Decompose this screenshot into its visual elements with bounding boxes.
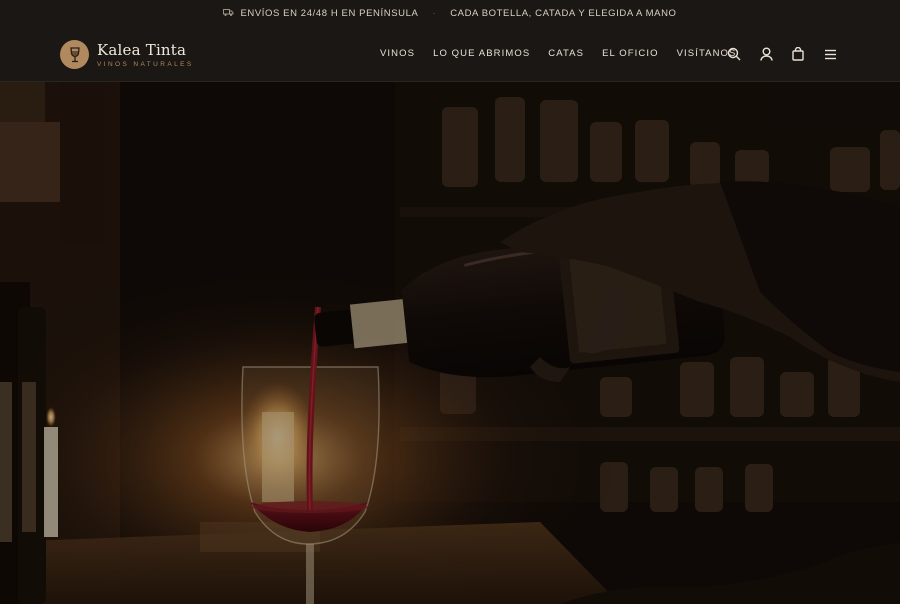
wine-pouring-photo [0,82,900,604]
brand-tagline: VINOS NATURALES [97,60,194,68]
curation-text: CADA BOTELLA, CATADA Y ELEGIDA A MANO [450,8,677,19]
shipping-notice: ENVÍOS EN 24/48 H EN PENÍNSULA [223,8,418,19]
menu-icon[interactable] [821,45,839,63]
announcement-bar: ENVÍOS EN 24/48 H EN PENÍNSULA · CADA BO… [0,0,900,27]
site-header: Kalea Tinta VINOS NATURALES VINOS LO QUE… [0,27,900,82]
nav-item-lo-que-abrimos[interactable]: LO QUE ABRIMOS [433,47,530,61]
truck-icon [223,9,234,16]
nav-item-catas[interactable]: CATAS [548,47,584,61]
brand-name: Kalea Tinta [97,40,187,59]
search-icon[interactable] [725,45,743,63]
account-icon[interactable] [757,45,775,63]
shipping-text: ENVÍOS EN 24/48 H EN PENÍNSULA [240,8,419,19]
hero-image [0,82,900,604]
header-actions [725,45,839,63]
wine-glass-icon [60,40,89,69]
announcement-separator: · [432,8,437,19]
brand-logo[interactable]: Kalea Tinta VINOS NATURALES [60,40,194,69]
cart-icon[interactable] [789,45,807,63]
nav-item-vinos[interactable]: VINOS [380,47,415,61]
brand-text: Kalea Tinta VINOS NATURALES [97,40,194,68]
main-nav: VINOS LO QUE ABRIMOS CATAS EL OFICIO VIS… [380,47,736,61]
nav-item-el-oficio[interactable]: EL OFICIO [602,47,659,61]
